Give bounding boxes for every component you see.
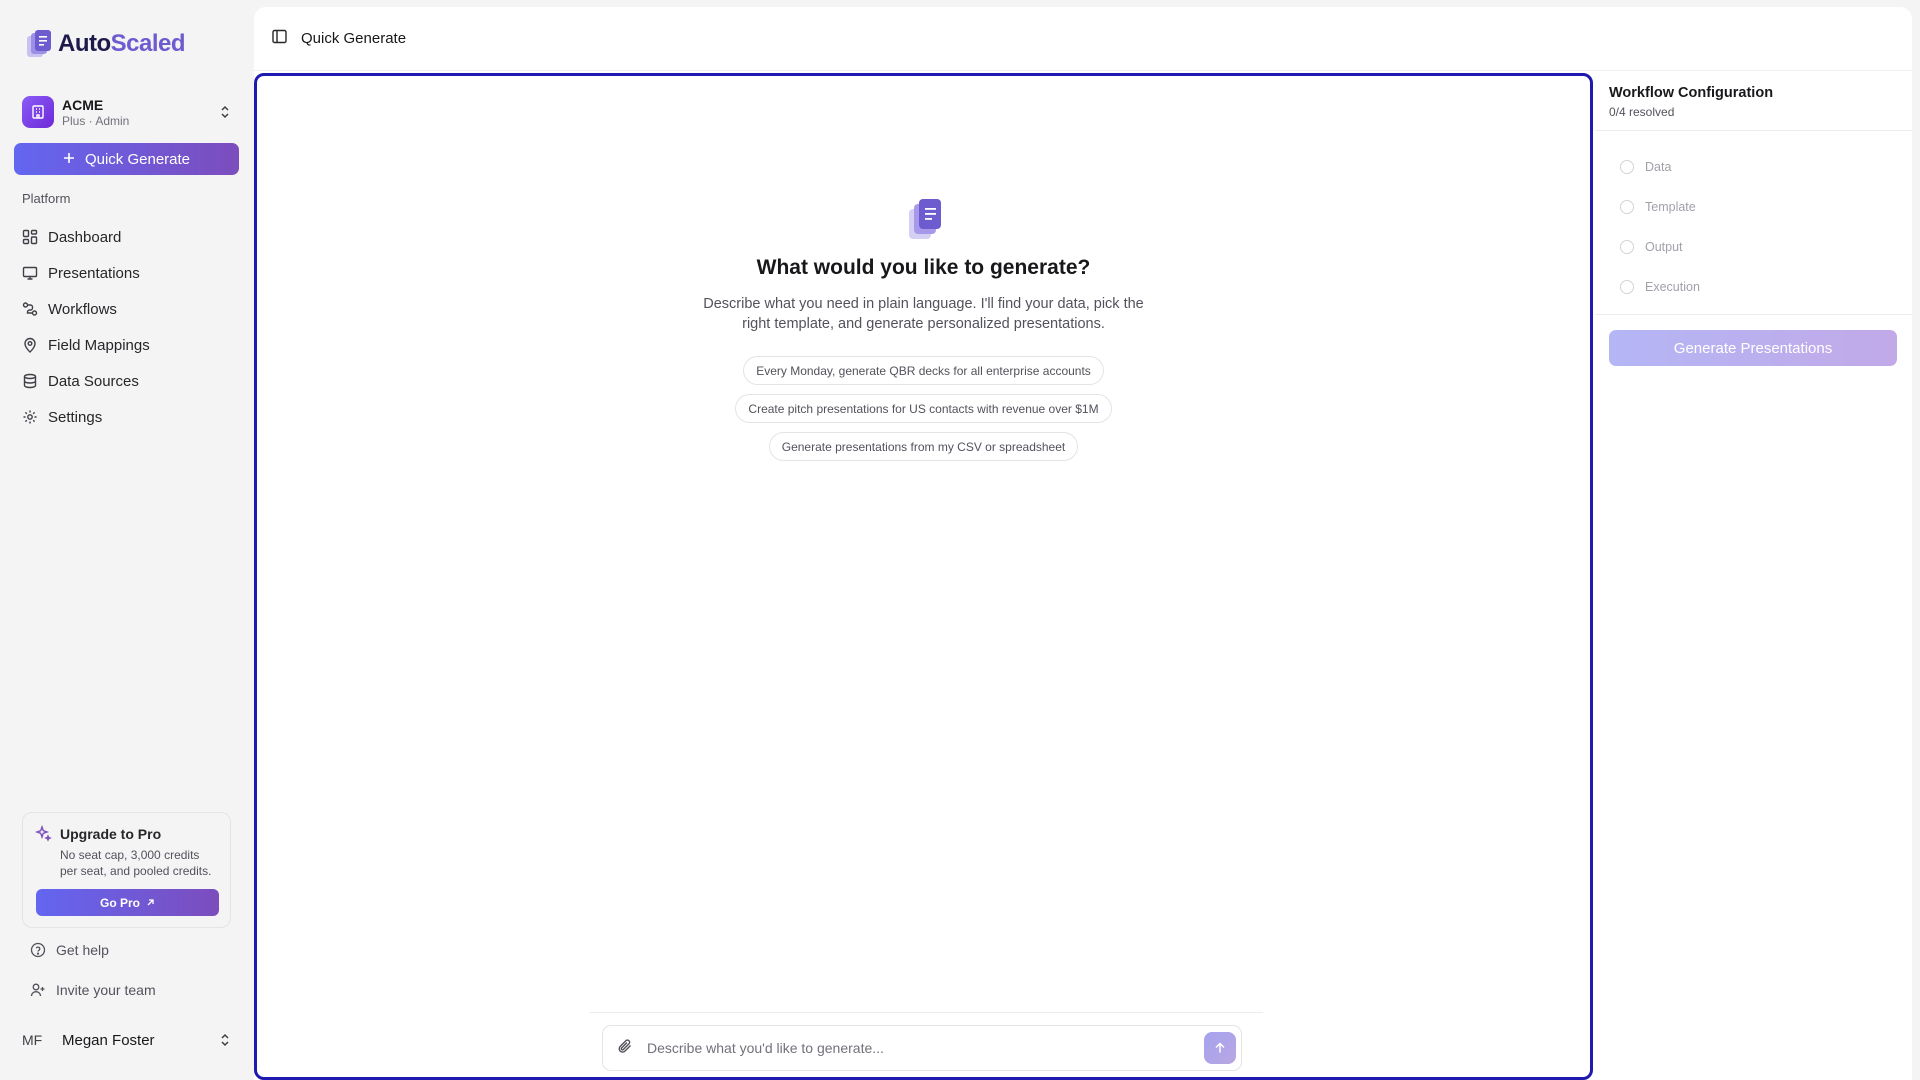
step-output[interactable]: Output (1620, 227, 1912, 267)
quick-generate-button[interactable]: Quick Generate (14, 143, 239, 175)
step-execution[interactable]: Execution (1620, 267, 1912, 307)
quick-generate-label: Quick Generate (84, 150, 191, 168)
sidebar-item-field-mappings[interactable]: Field Mappings (22, 327, 238, 363)
suggestion-chip[interactable]: Create pitch presentations for US contac… (735, 394, 1112, 423)
sidebar-item-settings[interactable]: Settings (22, 399, 238, 435)
prompt-input[interactable] (647, 1040, 1204, 1056)
composer (602, 1025, 1242, 1071)
sidebar-item-label: Settings (48, 408, 103, 426)
workflow-panel: Workflow Configuration 0/4 resolved Data… (1595, 71, 1912, 1080)
invite-team-link[interactable]: Invite your team (30, 982, 156, 998)
org-plan: Plus · Admin (62, 113, 130, 128)
step-list: Data Template Output Execution (1595, 131, 1912, 315)
panel-header: Workflow Configuration 0/4 resolved (1595, 71, 1912, 131)
hero-title: What would you like to generate? (756, 256, 1091, 279)
database-icon (23, 373, 37, 389)
get-help-label: Get help (56, 942, 109, 958)
main-content: Quick Generate What would you like to ge… (254, 7, 1912, 1080)
chevron-updown-icon (218, 103, 232, 121)
top-bar: Quick Generate (254, 7, 1912, 71)
upgrade-title: Upgrade to Pro (60, 825, 162, 842)
panel-title: Workflow Configuration (1609, 85, 1774, 101)
org-name: ACME (62, 96, 104, 113)
arrow-up-right-icon (147, 899, 154, 906)
upgrade-card: Upgrade to Pro No seat cap, 3,000 credit… (22, 812, 231, 928)
step-template[interactable]: Template (1620, 187, 1912, 227)
panel-status: 0/4 resolved (1609, 105, 1675, 119)
avatar: MF (22, 1032, 43, 1048)
sidebar-item-label: Workflows (48, 300, 117, 318)
gear-icon (23, 410, 37, 424)
user-menu[interactable]: MF Megan Foster (22, 1028, 232, 1052)
circle-icon (1620, 280, 1634, 294)
send-button[interactable] (1204, 1032, 1236, 1064)
suggestion-chip[interactable]: Every Monday, generate QBR decks for all… (743, 356, 1104, 385)
section-label-platform: Platform (22, 191, 71, 206)
paperclip-icon[interactable] (617, 1038, 633, 1059)
user-plus-icon (30, 983, 45, 997)
step-label: Template (1645, 200, 1696, 214)
suggestion-list: Every Monday, generate QBR decks for all… (735, 356, 1112, 461)
empty-state: What would you like to generate? Describ… (257, 196, 1590, 461)
brand-logo[interactable]: AutoScaled (26, 28, 186, 60)
sidebar-item-workflows[interactable]: Workflows (22, 291, 238, 327)
sidebar-nav: Dashboard Presentations Workflows Field … (22, 219, 238, 435)
sidebar-item-presentations[interactable]: Presentations (22, 255, 238, 291)
grid-icon (22, 229, 38, 245)
suggestion-chip[interactable]: Generate presentations from my CSV or sp… (768, 432, 1079, 461)
step-label: Data (1645, 160, 1672, 174)
map-pin-icon (24, 337, 36, 353)
divider (590, 1012, 1263, 1013)
chevron-updown-icon (218, 1031, 232, 1049)
get-help-link[interactable]: Get help (30, 942, 109, 958)
sparkles-icon (35, 825, 52, 842)
building-icon (22, 96, 54, 128)
invite-team-label: Invite your team (56, 982, 156, 998)
go-pro-label: Go Pro (99, 895, 140, 910)
step-data[interactable]: Data (1620, 147, 1912, 187)
user-name: Megan Foster (62, 1031, 155, 1049)
sidebar-item-label: Field Mappings (48, 336, 150, 354)
circle-icon (1620, 160, 1634, 174)
sidebar-toggle-icon[interactable] (272, 29, 287, 49)
sidebar-item-dashboard[interactable]: Dashboard (22, 219, 238, 255)
step-label: Output (1645, 240, 1683, 254)
upgrade-description: No seat cap, 3,000 credits per seat, and… (60, 848, 212, 878)
step-label: Execution (1645, 280, 1700, 294)
sidebar-item-label: Data Sources (48, 372, 139, 390)
chat-area: What would you like to generate? Describ… (254, 73, 1593, 1080)
org-switcher[interactable]: ACME Plus · Admin (22, 92, 232, 132)
document-stack-icon (27, 30, 51, 57)
circle-icon (1620, 240, 1634, 254)
plus-icon (63, 151, 75, 168)
hero-description: Describe what you need in plain language… (703, 296, 1144, 332)
help-circle-icon (30, 942, 46, 958)
sidebar-item-data-sources[interactable]: Data Sources (22, 363, 238, 399)
generate-presentations-button[interactable]: Generate Presentations (1609, 330, 1897, 366)
sidebar-item-label: Dashboard (48, 228, 122, 246)
circle-icon (1620, 200, 1634, 214)
page-title: Quick Generate (301, 30, 407, 47)
arrow-up-icon (1215, 1042, 1225, 1053)
presentation-icon (22, 266, 38, 280)
go-pro-button[interactable]: Go Pro (36, 889, 219, 916)
workflow-icon (22, 302, 38, 316)
document-stack-icon (908, 199, 941, 239)
sidebar: AutoScaled ACME Plus · Admin Quick Gener… (0, 0, 254, 1080)
brand-name: AutoScaled (58, 30, 186, 57)
sidebar-item-label: Presentations (48, 264, 140, 282)
